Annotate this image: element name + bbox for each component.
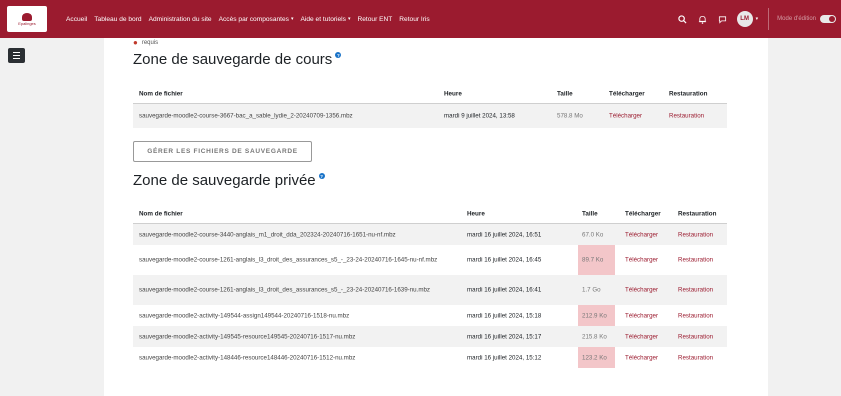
nav-item-label: Aide et tutoriels: [300, 15, 346, 23]
table-row: sauvegarde-moodle2-activity-148446-resou…: [133, 347, 727, 368]
restore-link[interactable]: Restauration: [678, 256, 713, 265]
file-size: 89.7 Ko: [582, 256, 604, 264]
column-header-size[interactable]: Taille: [557, 89, 573, 98]
file-name: sauvegarde-moodle2-activity-149545-resou…: [139, 333, 356, 340]
nav-item-label: Administration du site: [148, 15, 212, 23]
file-size: 215.8 Ko: [582, 333, 607, 340]
file-name: sauvegarde-moodle2-activity-148446-resou…: [139, 354, 356, 361]
help-icon[interactable]: ?: [318, 173, 325, 179]
column-header-filename[interactable]: Nom de fichier: [139, 89, 183, 98]
download-link[interactable]: Télécharger: [625, 230, 658, 239]
download-link[interactable]: Télécharger: [625, 332, 658, 341]
column-header-size[interactable]: Taille: [582, 209, 598, 218]
restore-link[interactable]: Restauration: [678, 230, 713, 239]
file-name: sauvegarde-moodle2-course-1261-anglais_l…: [139, 256, 438, 264]
required-legend: ● requis: [133, 39, 158, 47]
table-row: sauvegarde-moodle2-course-1261-anglais_l…: [133, 275, 727, 305]
manage-backup-files-button[interactable]: GÉRER LES FICHIERS DE SAUVEGARDE: [133, 141, 312, 162]
column-header-restore[interactable]: Restauration: [669, 89, 708, 98]
file-time: mardi 16 juillet 2024, 15:17: [467, 333, 542, 340]
column-header-restore[interactable]: Restauration: [678, 209, 717, 218]
column-header-download[interactable]: Télécharger: [625, 209, 661, 218]
file-size: 1.7 Go: [582, 286, 601, 294]
chevron-down-icon: ▾: [347, 16, 351, 22]
file-name: sauvegarde-moodle2-course-3440-anglais_m…: [139, 231, 396, 238]
nav-item[interactable]: Accueil: [66, 16, 87, 23]
restore-link[interactable]: Restauration: [678, 332, 713, 341]
navbar-divider: [768, 8, 770, 30]
file-name: sauvegarde-moodle2-activity-149544-assig…: [139, 312, 350, 319]
nav-item[interactable]: Accès par composantes ▾: [219, 16, 294, 23]
edit-mode-label: Mode d'édition: [777, 16, 816, 22]
nav-item[interactable]: Tableau de bord: [94, 16, 141, 23]
column-header-download[interactable]: Télécharger: [609, 89, 645, 98]
file-size: 123.2 Ko: [582, 354, 607, 361]
column-header-time[interactable]: Heure: [444, 89, 462, 98]
download-link[interactable]: Télécharger: [625, 353, 658, 362]
column-header-time[interactable]: Heure: [467, 209, 485, 218]
site-logo[interactable]: Epalinges: [7, 6, 47, 32]
file-name: sauvegarde-moodle2-course-1261-anglais_l…: [139, 286, 431, 294]
file-time: mardi 9 juillet 2024, 13:58: [444, 112, 515, 120]
download-link[interactable]: Télécharger: [609, 112, 642, 121]
restore-link[interactable]: Restauration: [678, 286, 713, 295]
restore-link[interactable]: Restauration: [669, 112, 704, 121]
table-row: sauvegarde-moodle2-activity-149545-resou…: [133, 326, 727, 347]
top-navbar: Epalinges Accueil Tableau de bord Administ…: [0, 0, 841, 38]
chevron-down-icon[interactable]: ▾: [756, 16, 759, 22]
file-time: mardi 16 juillet 2024, 15:12: [467, 354, 542, 361]
restore-link[interactable]: Restauration: [678, 311, 713, 320]
bell-icon[interactable]: [697, 13, 709, 25]
nav-item-label: Retour Iris: [399, 15, 430, 23]
nav-item[interactable]: Retour Iris: [399, 16, 429, 23]
column-header-filename[interactable]: Nom de fichier: [139, 209, 183, 218]
user-avatar[interactable]: LM: [736, 11, 753, 27]
chat-icon[interactable]: [717, 13, 729, 25]
file-time: mardi 16 juillet 2024, 16:45: [467, 256, 542, 264]
nav-item-label: Accueil: [66, 15, 88, 23]
edit-mode-toggle[interactable]: [820, 15, 836, 23]
required-label: requis: [141, 40, 159, 46]
drawer-toggle-icon[interactable]: [8, 48, 25, 63]
course-backup-table: Nom de fichier Heure Taille Télécharger Rest…: [133, 84, 727, 129]
help-icon[interactable]: ?: [335, 52, 342, 58]
table-row: sauvegarde-moodle2-activity-149544-assig…: [133, 305, 727, 326]
file-size: 578.8 Mo: [557, 112, 583, 120]
chevron-down-icon: ▾: [290, 16, 294, 22]
download-link[interactable]: Télécharger: [625, 311, 658, 320]
file-size: 212.9 Ko: [582, 312, 607, 319]
primary-navigation: Accueil Tableau de bord Administration du …: [66, 0, 430, 38]
private-backup-title-text: Zone de sauvegarde privée: [133, 172, 316, 189]
file-time: mardi 16 juillet 2024, 15:18: [467, 312, 542, 319]
file-size: 67.0 Ko: [582, 231, 604, 238]
nav-item[interactable]: Aide et tutoriels ▾: [301, 16, 351, 23]
nav-item[interactable]: Retour ENT: [357, 16, 392, 23]
table-row: sauvegarde-moodle2-course-3667-bac_a_sab…: [133, 104, 727, 128]
required-icon: ●: [133, 38, 138, 47]
table-row: sauvegarde-moodle2-course-1261-anglais_l…: [133, 245, 727, 275]
nav-item-label: Retour ENT: [357, 15, 393, 23]
nav-item-label: Accès par composantes: [218, 15, 289, 23]
nav-item-label: Tableau de bord: [94, 15, 142, 23]
navbar-right: LM ▾ Mode d'édition: [677, 0, 841, 38]
nav-item[interactable]: Administration du site: [149, 16, 212, 23]
private-backup-title: Zone de sauvegarde privée ?: [133, 172, 325, 189]
restore-link[interactable]: Restauration: [678, 353, 713, 362]
download-link[interactable]: Télécharger: [625, 256, 658, 265]
file-time: mardi 16 juillet 2024, 16:41: [467, 286, 542, 294]
file-time: mardi 16 juillet 2024, 16:51: [467, 231, 542, 238]
main-content: ● requis Zone de sauvegarde de cours ? N…: [104, 38, 768, 396]
logo-text: Epalinges: [18, 20, 36, 26]
search-icon[interactable]: [677, 13, 689, 25]
table-header-row: Nom de fichier Heure Taille Télécharger Rest…: [133, 84, 727, 104]
private-backup-table: Nom de fichier Heure Taille Télécharger Rest…: [133, 204, 727, 396]
table-row: sauvegarde-moodle2-course-3440-anglais_m…: [133, 224, 727, 245]
table-header-row: Nom de fichier Heure Taille Télécharger Rest…: [133, 204, 727, 224]
course-backup-title-text: Zone de sauvegarde de cours: [133, 51, 333, 68]
course-backup-title: Zone de sauvegarde de cours ?: [133, 51, 342, 68]
download-link[interactable]: Télécharger: [625, 286, 658, 295]
file-name: sauvegarde-moodle2-course-3667-bac_a_sab…: [139, 112, 353, 120]
logo-mark-icon: [22, 12, 32, 21]
